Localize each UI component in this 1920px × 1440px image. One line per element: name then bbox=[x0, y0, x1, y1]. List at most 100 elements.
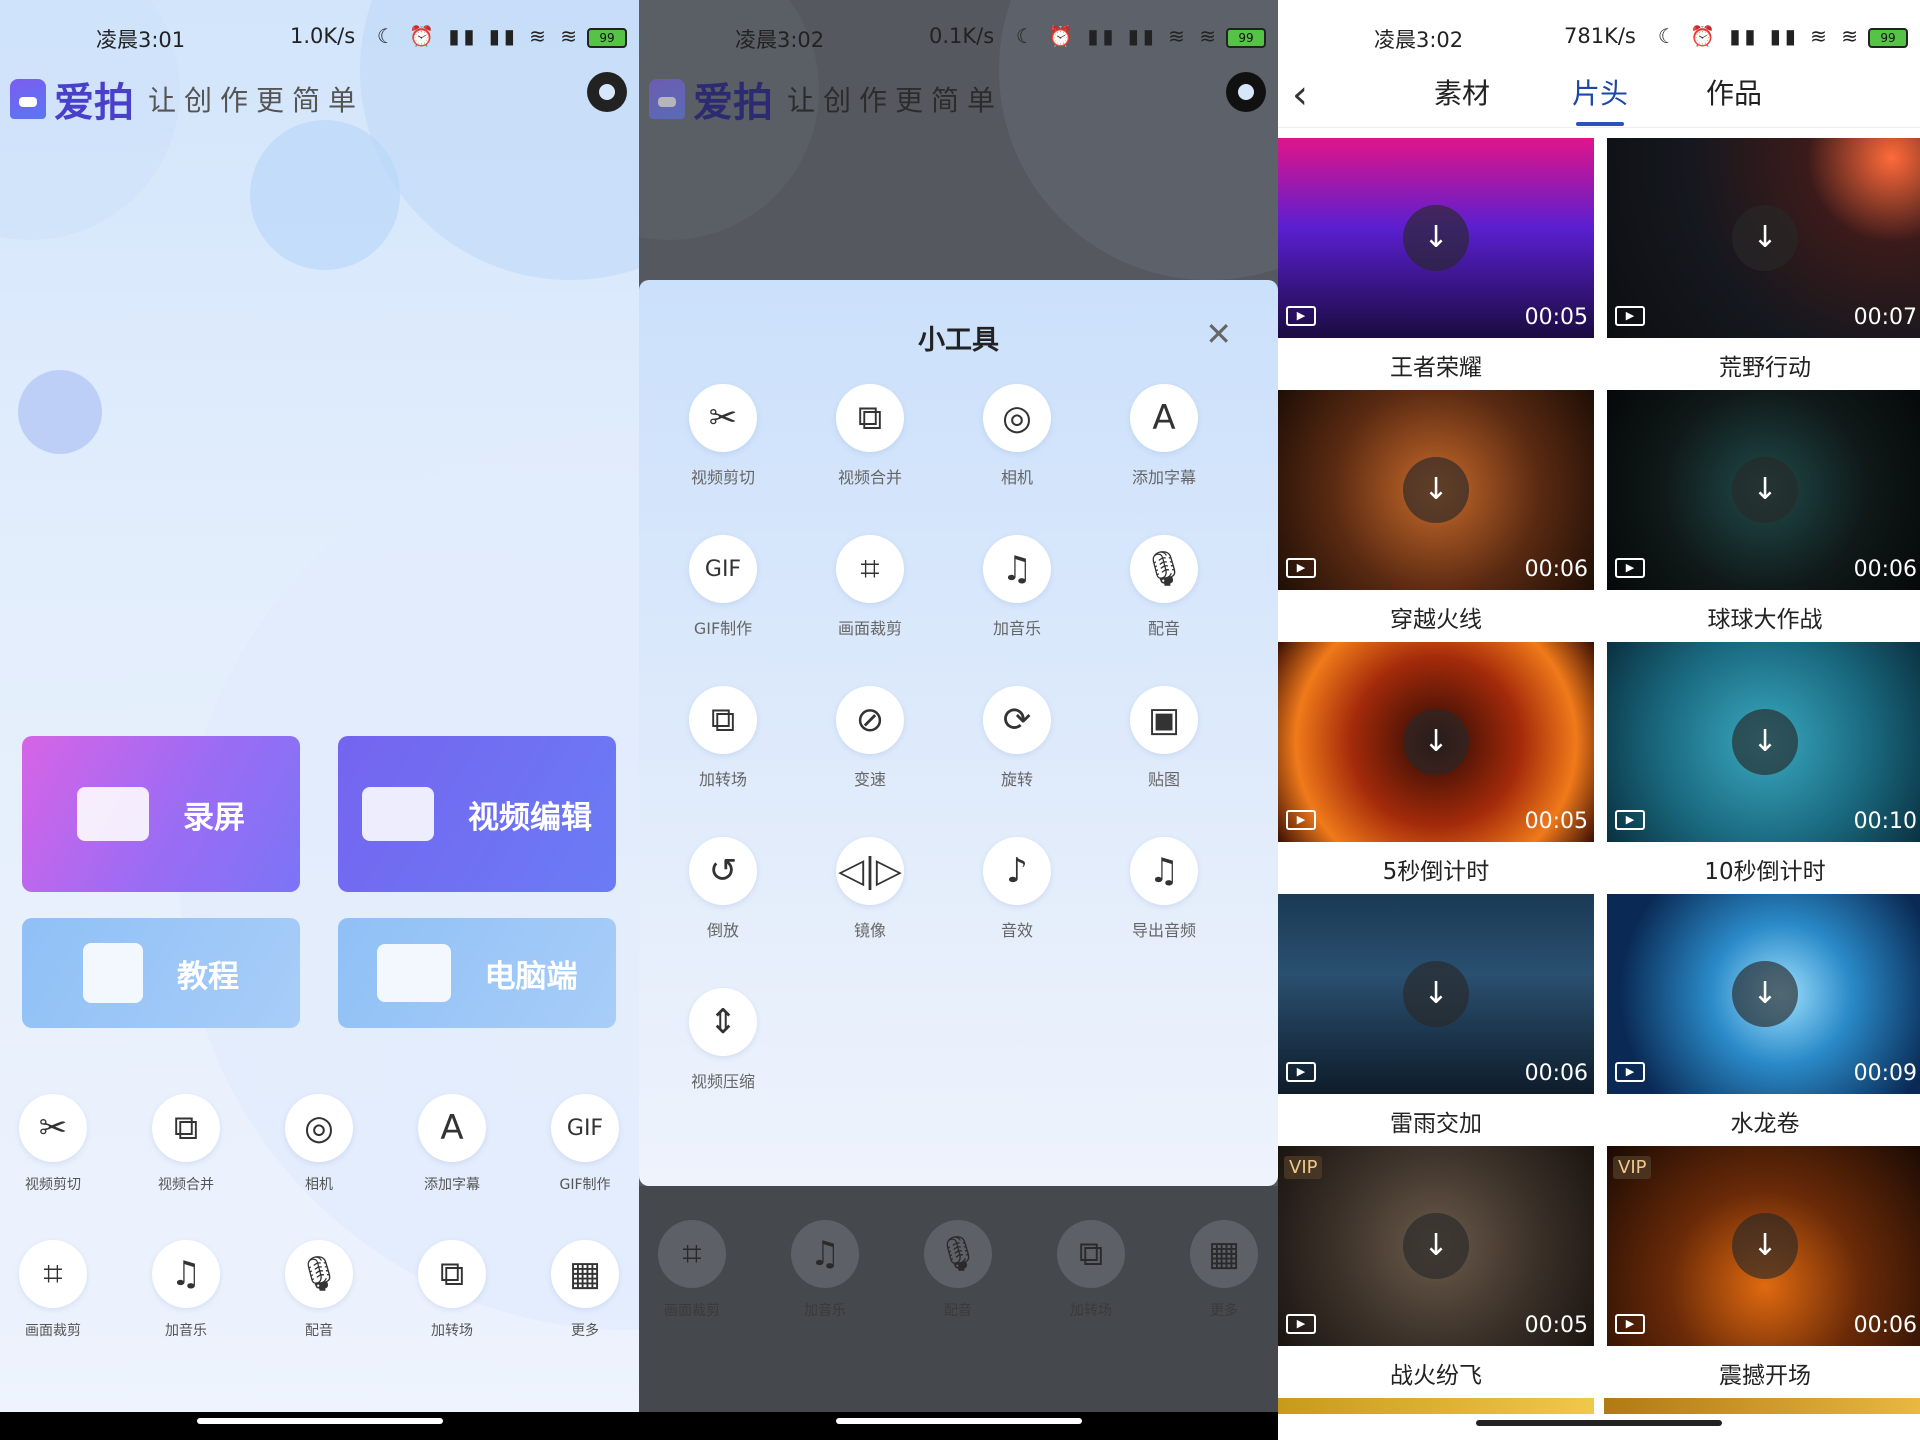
download-icon[interactable]: ↓ bbox=[1732, 961, 1798, 1027]
video-duration: 00:06 bbox=[1524, 1061, 1588, 1086]
card-label: 电脑端 bbox=[484, 958, 578, 995]
tool-sheet-8[interactable]: ⧉ 加转场 bbox=[668, 686, 778, 790]
tool-p1-9[interactable]: ▦ 更多 bbox=[530, 1240, 639, 1340]
video-thumbnail[interactable]: ↓ ▶ 00:06 bbox=[1278, 894, 1594, 1094]
pc-client-card[interactable]: 电脑端 bbox=[338, 918, 616, 1028]
close-icon[interactable]: ✕ bbox=[1205, 318, 1232, 350]
tool-sheet-9[interactable]: ⊘ 变速 bbox=[815, 686, 925, 790]
tool-sheet-13[interactable]: ◁|▷ 镜像 bbox=[815, 837, 925, 941]
tab-works[interactable]: 作品 bbox=[1706, 72, 1762, 112]
status-bar: 凌晨3:01 1.0K/s ☾ ⏰ ▮▮ ▮▮ ≋ ≋ 99 bbox=[0, 0, 639, 72]
tool-sheet-11[interactable]: ▣ 贴图 bbox=[1109, 686, 1219, 790]
download-icon[interactable]: ↓ bbox=[1732, 1213, 1798, 1279]
video-title: 水龙卷 bbox=[1730, 1111, 1800, 1137]
tool-sheet-0[interactable]: ✂ 视频剪切 bbox=[668, 384, 778, 488]
download-icon[interactable]: ↓ bbox=[1732, 709, 1798, 775]
video-duration: 00:05 bbox=[1524, 305, 1588, 330]
tool-dim-2[interactable]: 🎙 配音 bbox=[903, 1220, 1013, 1320]
tool-p1-5[interactable]: ⌗ 画面裁剪 bbox=[0, 1240, 108, 1340]
dimmed-tool-row: ⌗ 画面裁剪 ♫ 加音乐 🎙 配音 ⧉ 加转场 ▦ 更多 bbox=[639, 1186, 1278, 1412]
tool-label: 视频剪切 bbox=[690, 468, 755, 487]
tool-p1-0[interactable]: ✂ 视频剪切 bbox=[0, 1094, 108, 1194]
video-thumbnail[interactable]: ↓ ▶ 00:05 VIP bbox=[1278, 1146, 1594, 1346]
video-thumbnail[interactable]: ↓ ▶ 00:05 bbox=[1278, 642, 1594, 842]
tool-sheet-14[interactable]: ♪ 音效 bbox=[962, 837, 1072, 941]
home-screen: 凌晨3:01 1.0K/s ☾ ⏰ ▮▮ ▮▮ ≋ ≋ 99 爱拍 让创作更简单 … bbox=[0, 0, 639, 1440]
tool-sheet-2[interactable]: ◎ 相机 bbox=[962, 384, 1072, 488]
tool-sheet-15[interactable]: ♫ 导出音频 bbox=[1109, 837, 1219, 941]
tool-dim-3[interactable]: ⧉ 加转场 bbox=[1036, 1220, 1146, 1320]
video-thumbnail[interactable]: ↓ ▶ 00:06 VIP bbox=[1607, 1146, 1920, 1346]
download-icon[interactable]: ↓ bbox=[1403, 205, 1469, 271]
tool-p1-2[interactable]: ◎ 相机 bbox=[264, 1094, 374, 1194]
card-label: 视频编辑 bbox=[468, 799, 592, 836]
tool-icon: GIF bbox=[689, 535, 757, 603]
tool-sheet-4[interactable]: GIF GIF制作 bbox=[668, 535, 778, 639]
tool-label: 画面裁剪 bbox=[25, 1323, 81, 1339]
tool-label: 相机 bbox=[305, 1177, 333, 1193]
tool-label: 更多 bbox=[1210, 1303, 1238, 1319]
video-thumbnail[interactable]: ↓ ▶ 00:05 bbox=[1278, 138, 1594, 338]
tool-sheet-10[interactable]: ⟳ 旋转 bbox=[962, 686, 1072, 790]
tool-icon: ⧉ bbox=[418, 1240, 486, 1308]
video-camera-icon bbox=[77, 787, 149, 841]
tool-label: 贴图 bbox=[1147, 770, 1180, 789]
tool-icon: ♫ bbox=[152, 1240, 220, 1308]
tool-sheet-6[interactable]: ♫ 加音乐 bbox=[962, 535, 1072, 639]
tool-label: 配音 bbox=[305, 1323, 333, 1339]
download-icon[interactable]: ↓ bbox=[1403, 709, 1469, 775]
tool-sheet-12[interactable]: ↺ 倒放 bbox=[668, 837, 778, 941]
tool-icon: ◎ bbox=[285, 1094, 353, 1162]
video-thumbnail[interactable]: ↓ ▶ 00:06 bbox=[1278, 390, 1594, 590]
tool-label: 加转场 bbox=[431, 1323, 473, 1339]
video-thumbnail[interactable]: ↓ ▶ 00:09 bbox=[1607, 894, 1920, 1094]
tool-sheet-16[interactable]: ⇕ 视频压缩 bbox=[668, 988, 778, 1092]
tool-label: 配音 bbox=[944, 1303, 972, 1319]
tool-sheet-7[interactable]: 🎙 配音 bbox=[1109, 535, 1219, 639]
video-thumbnail[interactable]: ↓ ▶ 00:06 bbox=[1607, 390, 1920, 590]
video-title: 震撼开场 bbox=[1719, 1363, 1811, 1389]
tool-label: 添加字幕 bbox=[1131, 468, 1196, 487]
download-icon[interactable]: ↓ bbox=[1732, 205, 1798, 271]
tab-intros[interactable]: 片头 bbox=[1572, 72, 1628, 126]
download-icon[interactable]: ↓ bbox=[1403, 1213, 1469, 1279]
video-title: 球球大作战 bbox=[1707, 607, 1823, 633]
tool-sheet-1[interactable]: ⧉ 视频合并 bbox=[815, 384, 925, 488]
tool-label: 镜像 bbox=[853, 921, 886, 940]
tool-icon: ⧉ bbox=[689, 686, 757, 754]
play-icon: ▶ bbox=[1286, 810, 1316, 830]
tool-p1-7[interactable]: 🎙 配音 bbox=[264, 1240, 374, 1340]
tool-icon: ♪ bbox=[983, 837, 1051, 905]
tool-sheet-3[interactable]: A 添加字幕 bbox=[1109, 384, 1219, 488]
download-icon[interactable]: ↓ bbox=[1403, 457, 1469, 523]
app-slogan: 让创作更简单 bbox=[787, 84, 1004, 117]
settings-gear-icon[interactable] bbox=[1226, 72, 1266, 112]
screen-record-card[interactable]: 录屏 bbox=[22, 736, 300, 892]
tool-label: GIF制作 bbox=[693, 619, 753, 638]
tool-p1-8[interactable]: ⧉ 加转场 bbox=[397, 1240, 507, 1340]
tab-materials[interactable]: 素材 bbox=[1434, 72, 1490, 112]
tool-dim-4[interactable]: ▦ 更多 bbox=[1169, 1220, 1278, 1320]
tutorial-card[interactable]: 教程 bbox=[22, 918, 300, 1028]
gesture-bar bbox=[0, 1412, 639, 1440]
video-thumbnail[interactable]: ↓ ▶ 00:07 bbox=[1607, 138, 1920, 338]
tool-dim-1[interactable]: ♫ 加音乐 bbox=[770, 1220, 880, 1320]
tool-icon: ◎ bbox=[983, 384, 1051, 452]
download-icon[interactable]: ↓ bbox=[1403, 961, 1469, 1027]
tool-p1-1[interactable]: ⧉ 视频合并 bbox=[131, 1094, 241, 1194]
video-title: 雷雨交加 bbox=[1390, 1111, 1482, 1137]
settings-gear-icon[interactable] bbox=[587, 72, 627, 112]
tool-p1-6[interactable]: ♫ 加音乐 bbox=[131, 1240, 241, 1340]
card-label: 教程 bbox=[177, 958, 239, 995]
download-icon[interactable]: ↓ bbox=[1732, 457, 1798, 523]
tool-label: 倒放 bbox=[706, 921, 739, 940]
partial-thumbnail bbox=[1278, 1398, 1594, 1414]
back-chevron-icon[interactable]: ‹ bbox=[1292, 72, 1308, 118]
tool-dim-0[interactable]: ⌗ 画面裁剪 bbox=[639, 1220, 747, 1320]
tool-icon: ✂ bbox=[19, 1094, 87, 1162]
tool-sheet-5[interactable]: ⌗ 画面裁剪 bbox=[815, 535, 925, 639]
video-edit-card[interactable]: 视频编辑 bbox=[338, 736, 616, 892]
tool-p1-4[interactable]: GIF GIF制作 bbox=[530, 1094, 639, 1194]
video-thumbnail[interactable]: ↓ ▶ 00:10 bbox=[1607, 642, 1920, 842]
tool-p1-3[interactable]: A 添加字幕 bbox=[397, 1094, 507, 1194]
